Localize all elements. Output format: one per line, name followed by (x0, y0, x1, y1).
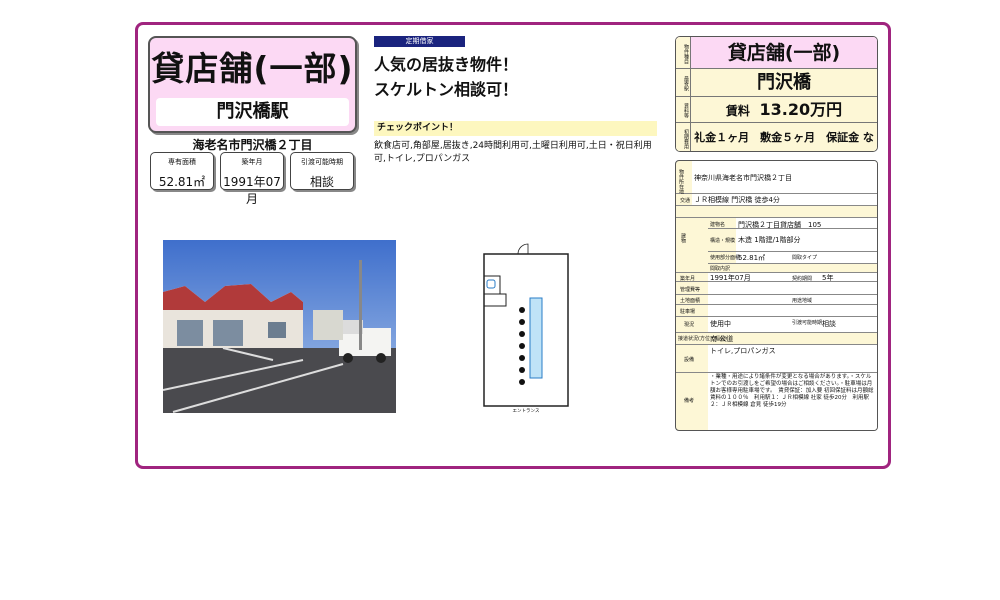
summary-rent: 賃料 13.20万円 (691, 97, 877, 122)
location-label: 物件所在地 (678, 169, 684, 194)
summary-rent-label: 賃料等 (676, 97, 691, 122)
handover-label: 引渡可能時期 (792, 320, 823, 326)
entrance-label: エントランス (513, 408, 540, 414)
stat-built-label: 築年月 (241, 158, 263, 166)
stat-built-value: 1991年07月 (223, 175, 281, 206)
checkpoint-features: 飲食店可,角部屋,居抜き,24時間利用可,土曜日利用可,土日・祝日利用可,トイレ… (374, 141, 652, 164)
parking-label: 駐車場 (680, 309, 696, 315)
catch-line-1: 人気の居抜き物件！ (374, 55, 519, 74)
property-photo (163, 240, 396, 413)
structure-value: 木造 1階建/1階部分 (738, 236, 801, 244)
catch-line-2: スケルトン相談可！ (374, 80, 519, 99)
summary-type: 貸店舗(一部) (727, 42, 841, 64)
transport-label: 交通 (680, 198, 691, 204)
summary-rent-row: 賃料等 賃料 13.20万円 (676, 97, 877, 123)
summary-initial: 礼金１ヶ月 敷金５ヶ月 保証金 なし (694, 131, 874, 144)
remarks-value: ・業種・用途により諸条件が変更となる場合があります。・スケルトンでのお引渡しをご… (710, 374, 874, 408)
floor-plan: エントランス (482, 240, 570, 415)
handover-value: 相談 (822, 320, 836, 328)
summary-initial-label: 初期費用 (676, 123, 691, 151)
detail-table: 物件所在地 神奈川県海老名市門沢橋２丁目 交通 ＪＲ相模線 門沢橋 徒歩4分 建… (675, 160, 878, 431)
summary-type-row: 物件種目 貸店舗(一部) (676, 37, 877, 69)
summary-station: 門沢橋 (757, 72, 811, 93)
status-label: 現況 (684, 322, 695, 328)
address-text: 海老名市門沢橋２丁目 (192, 138, 313, 152)
transport-value: ＪＲ相模線 門沢橋 徒歩4分 (694, 196, 780, 204)
name-label: 建物名 (710, 222, 726, 228)
location-value: 神奈川県海老名市門沢橋２丁目 (694, 174, 792, 182)
stat-area-label: 専有面積 (168, 158, 196, 166)
property-type-title: 貸店舗(一部) (151, 49, 354, 88)
stat-handover-label: 引渡可能時期 (301, 158, 343, 166)
summary-box: 物件種目 貸店舗(一部) 最寄駅 門沢橋 賃料等 賃料 13.20万円 初期費用… (675, 36, 878, 152)
stat-area: 専有面積 52.81㎡ (150, 152, 214, 190)
stat-handover-value: 相談 (309, 175, 334, 189)
lease-badge: 定期借家 (374, 36, 465, 47)
contract-value: 5年 (822, 274, 834, 282)
checkpoint-title: チェックポイント！ (374, 121, 657, 136)
land-label: 土地面積 (680, 298, 701, 304)
name-value: 門沢橋２丁目貸店舗 105 (738, 221, 822, 229)
catch-copy: 人気の居抜き物件！ スケルトン相談可！ (374, 52, 518, 102)
road-value: 南 公道 (710, 335, 734, 343)
contract-label: 契約期間 (792, 276, 813, 282)
summary-station-row: 最寄駅 門沢橋 (676, 69, 877, 97)
built-label: 築年月 (680, 276, 696, 282)
summary-initial-row: 初期費用 礼金１ヶ月 敷金５ヶ月 保証金 なし (676, 123, 877, 151)
area-label: 使用部分面積 (710, 255, 741, 261)
summary-type-label: 物件種目 (676, 37, 691, 68)
built-value: 1991年07月 (710, 274, 751, 282)
stat-built: 築年月 1991年07月 (220, 152, 284, 206)
stat-area-value: 52.81㎡ (158, 175, 206, 189)
property-header: 貸店舗(一部) 門沢橋駅 (148, 36, 357, 133)
area-value: 52.81㎡ (738, 254, 766, 262)
building-label: 建物 (680, 233, 686, 243)
stat-handover: 引渡可能時期 相談 (290, 152, 354, 190)
mgmt-label: 管理費等 (680, 287, 701, 293)
structure-label: 構造・規模 (710, 238, 736, 244)
rent-value: 13.20万円 (759, 100, 843, 119)
usage-label: 用途地域 (792, 298, 813, 304)
status-value: 使用中 (710, 320, 731, 328)
rent-prefix: 賃料 (725, 104, 750, 118)
remarks-label: 備考 (684, 398, 695, 404)
layout-label: 間取内訳 (710, 266, 731, 272)
equip-label: 設備 (684, 357, 695, 363)
equip-value: トイレ,プロパンガス (710, 347, 776, 355)
layout-type-label: 間取タイプ (792, 255, 818, 261)
station-name: 門沢橋駅 (156, 98, 349, 126)
summary-station-label: 最寄駅 (676, 69, 691, 96)
